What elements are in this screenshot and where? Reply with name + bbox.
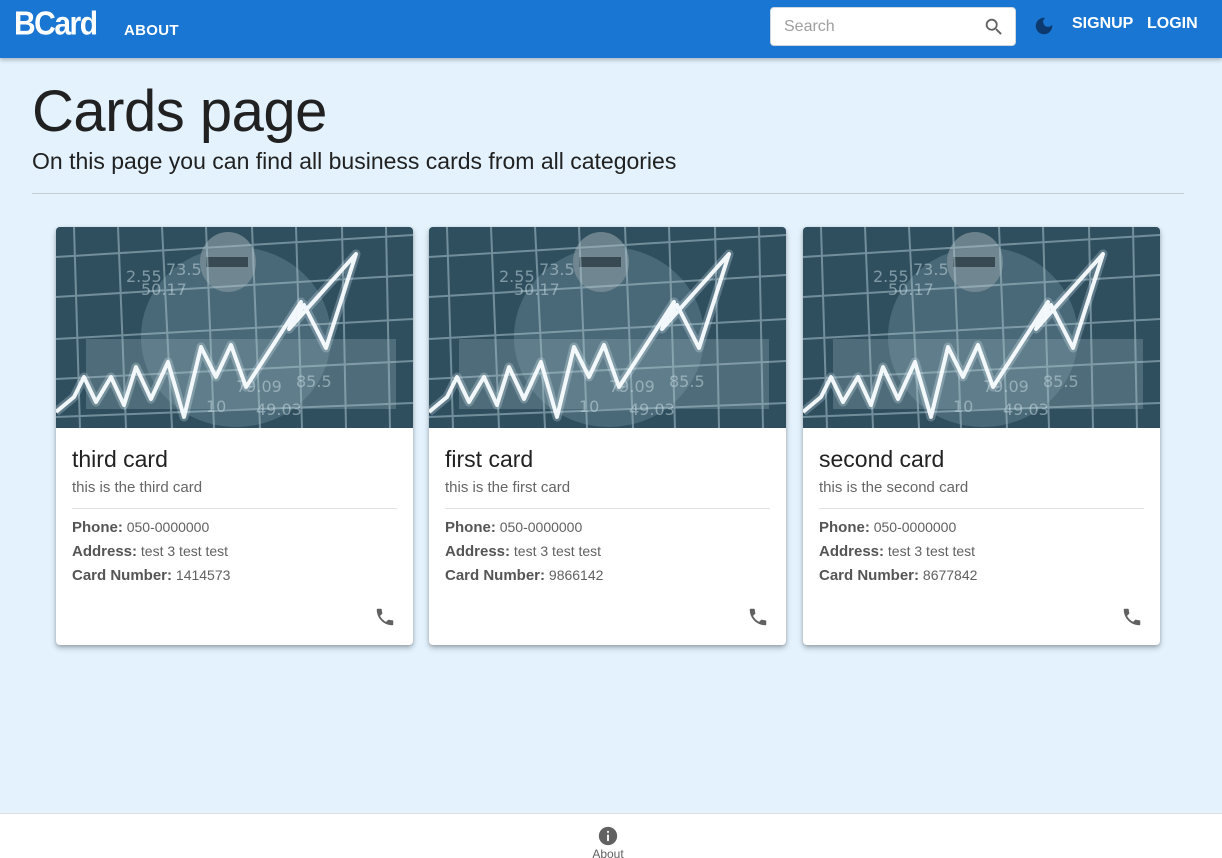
card-address-value: test 3 test test [513, 543, 602, 559]
search-input[interactable] [784, 17, 974, 37]
search-box[interactable] [770, 7, 1016, 46]
card-phone-value: 050-0000000 [126, 519, 210, 535]
bottom-nav-about-label: About [592, 847, 624, 858]
divider [32, 193, 1184, 194]
card-title: first card [445, 446, 534, 472]
card-divider [445, 508, 770, 509]
card-number-label: Card Number: [445, 567, 546, 584]
card-phone-label: Phone: [72, 519, 123, 536]
business-card: second card this is the second card Phon… [803, 227, 1160, 645]
business-card: first card this is the first card Phone:… [429, 227, 786, 645]
card-phone-label: Phone: [445, 519, 496, 536]
info-icon [598, 826, 618, 846]
card-subtitle: this is the first card [445, 479, 571, 496]
card-address-value: test 3 test test [887, 543, 976, 559]
search-icon[interactable] [983, 16, 1005, 38]
card-number: Card Number: 9866142 [445, 567, 603, 584]
bottom-navigation: About [0, 813, 1222, 858]
card-address-value: test 3 test test [140, 543, 229, 559]
page-title: Cards page [32, 79, 327, 144]
card-phone-label: Phone: [819, 519, 870, 536]
card-phone: Phone: 050-0000000 [72, 519, 209, 536]
card-address-label: Address: [819, 543, 885, 560]
card-phone: Phone: 050-0000000 [445, 519, 582, 536]
card-divider [72, 508, 397, 509]
app-bar: BCard ABOUT SIGNUP LOGIN [0, 0, 1222, 58]
card-number-value: 8677842 [922, 567, 978, 583]
card-address: Address: test 3 test test [445, 543, 601, 560]
card-number-label: Card Number: [819, 567, 920, 584]
card-address: Address: test 3 test test [819, 543, 975, 560]
card-number: Card Number: 1414573 [72, 567, 230, 584]
card-phone: Phone: 050-0000000 [819, 519, 956, 536]
business-card: third card this is the third card Phone:… [56, 227, 413, 645]
card-image[interactable] [429, 227, 786, 428]
bottom-nav-about[interactable]: About [588, 814, 628, 858]
nav-about-link[interactable]: ABOUT [124, 22, 179, 39]
card-number-value: 9866142 [548, 567, 604, 583]
page-subtitle: On this page you can find all business c… [32, 148, 677, 174]
card-address-label: Address: [445, 543, 511, 560]
card-subtitle: this is the second card [819, 479, 969, 496]
card-phone-value: 050-0000000 [873, 519, 957, 535]
card-phone-value: 050-0000000 [499, 519, 583, 535]
card-subtitle: this is the third card [72, 479, 203, 496]
signup-link[interactable]: SIGNUP [1072, 15, 1133, 33]
card-title: third card [72, 446, 168, 472]
card-image[interactable] [803, 227, 1160, 428]
card-address: Address: test 3 test test [72, 543, 228, 560]
card-number: Card Number: 8677842 [819, 567, 977, 584]
moon-icon[interactable] [1033, 15, 1055, 37]
card-image[interactable] [56, 227, 413, 428]
login-link[interactable]: LOGIN [1147, 15, 1198, 33]
phone-icon[interactable] [1121, 606, 1143, 628]
card-divider [819, 508, 1144, 509]
phone-icon[interactable] [374, 606, 396, 628]
phone-icon[interactable] [747, 606, 769, 628]
card-address-label: Address: [72, 543, 138, 560]
card-number-value: 1414573 [175, 567, 231, 583]
card-title: second card [819, 446, 945, 472]
card-number-label: Card Number: [72, 567, 173, 584]
logo[interactable]: BCard [14, 6, 98, 43]
